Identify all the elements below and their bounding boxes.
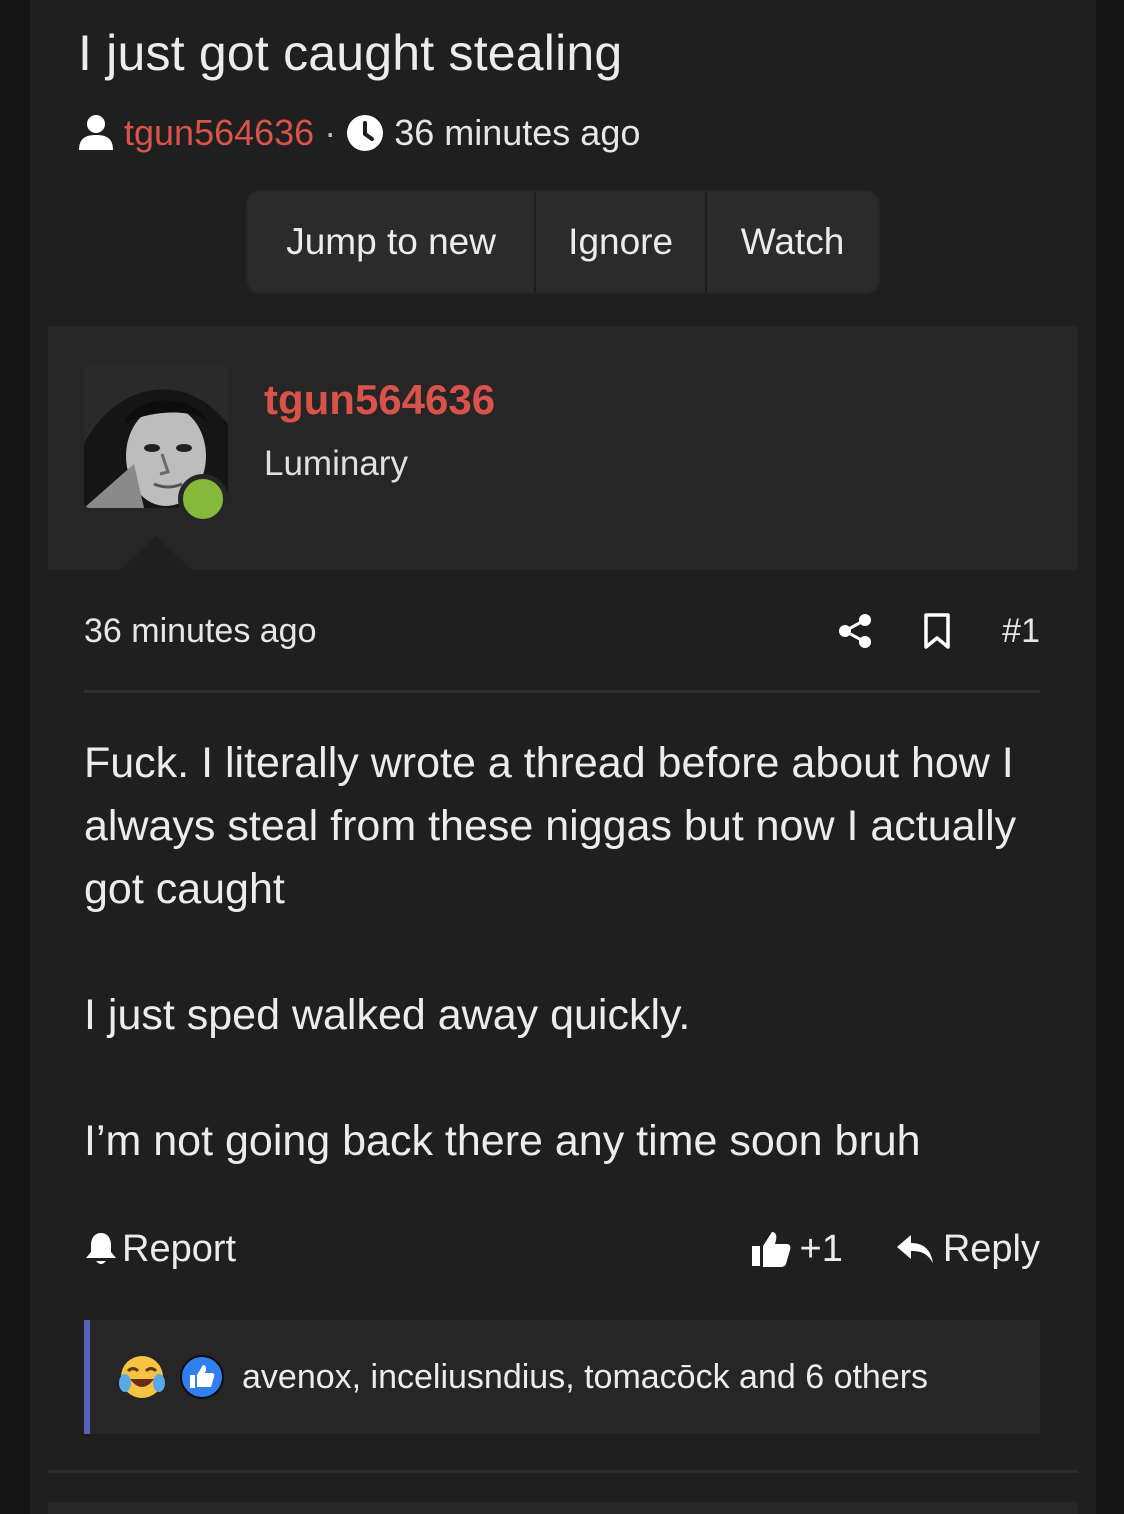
share-icon[interactable]	[836, 612, 874, 650]
like-count: +1	[799, 1227, 843, 1270]
post-number-link[interactable]: #1	[1002, 612, 1040, 651]
user-icon	[79, 115, 113, 150]
next-post-edge	[48, 1502, 1078, 1514]
thread-action-buttons: Jump to new Ignore Watch	[246, 190, 880, 294]
like-button[interactable]: +1	[750, 1228, 843, 1271]
reply-label: Reply	[942, 1227, 1040, 1270]
clock-icon	[347, 115, 384, 151]
post-bottom-divider	[48, 1470, 1078, 1473]
thumbs-up-icon	[751, 1232, 790, 1267]
jump-to-new-button[interactable]: Jump to new	[248, 192, 534, 292]
thread-time: 36 minutes ago	[394, 112, 641, 153]
reply-button[interactable]: Reply	[895, 1228, 1040, 1271]
bookmark-icon[interactable]	[918, 612, 956, 650]
thread-meta: tgun564636 · 36 minutes ago	[78, 110, 640, 156]
reactions-users: avenox, inceliusndius, tomacōck and 6 ot…	[242, 1357, 929, 1396]
post-username[interactable]: tgun564636	[264, 376, 495, 424]
post-divider	[84, 690, 1040, 693]
report-button[interactable]: Report	[84, 1228, 236, 1271]
meta-separator: ·	[324, 112, 337, 153]
like-reaction-icon	[180, 1355, 224, 1399]
thread-author-link[interactable]: tgun564636	[124, 112, 314, 154]
online-status-indicator	[178, 474, 228, 524]
thread-title: I just got caught stealing	[78, 25, 623, 81]
ignore-button[interactable]: Ignore	[534, 192, 705, 292]
post-actions: Report +1 Reply	[84, 1222, 1040, 1276]
post-user-block: tgun564636 Luminary	[48, 326, 1078, 570]
user-title: Luminary	[264, 444, 408, 483]
reactions-bar[interactable]: avenox, inceliusndius, tomacōck and 6 ot…	[84, 1320, 1040, 1434]
laughing-crying-emoji-icon	[119, 1356, 165, 1398]
report-label: Report	[122, 1227, 237, 1270]
post-paragraph: I just sped walked away quickly.	[84, 991, 691, 1039]
post-header: 36 minutes ago #1	[84, 606, 1040, 656]
user-block-arrow	[120, 536, 192, 570]
bell-icon	[86, 1233, 116, 1264]
post-body: Fuck. I literally wrote a thread before …	[84, 732, 1064, 1236]
post-paragraph: I’m not going back there any time soon b…	[84, 1117, 921, 1165]
page: I just got caught stealing tgun564636 · …	[30, 0, 1096, 1514]
reply-icon	[896, 1235, 933, 1263]
watch-button[interactable]: Watch	[705, 192, 878, 292]
post-paragraph: Fuck. I literally wrote a thread before …	[84, 739, 1017, 913]
post-time[interactable]: 36 minutes ago	[84, 612, 317, 651]
